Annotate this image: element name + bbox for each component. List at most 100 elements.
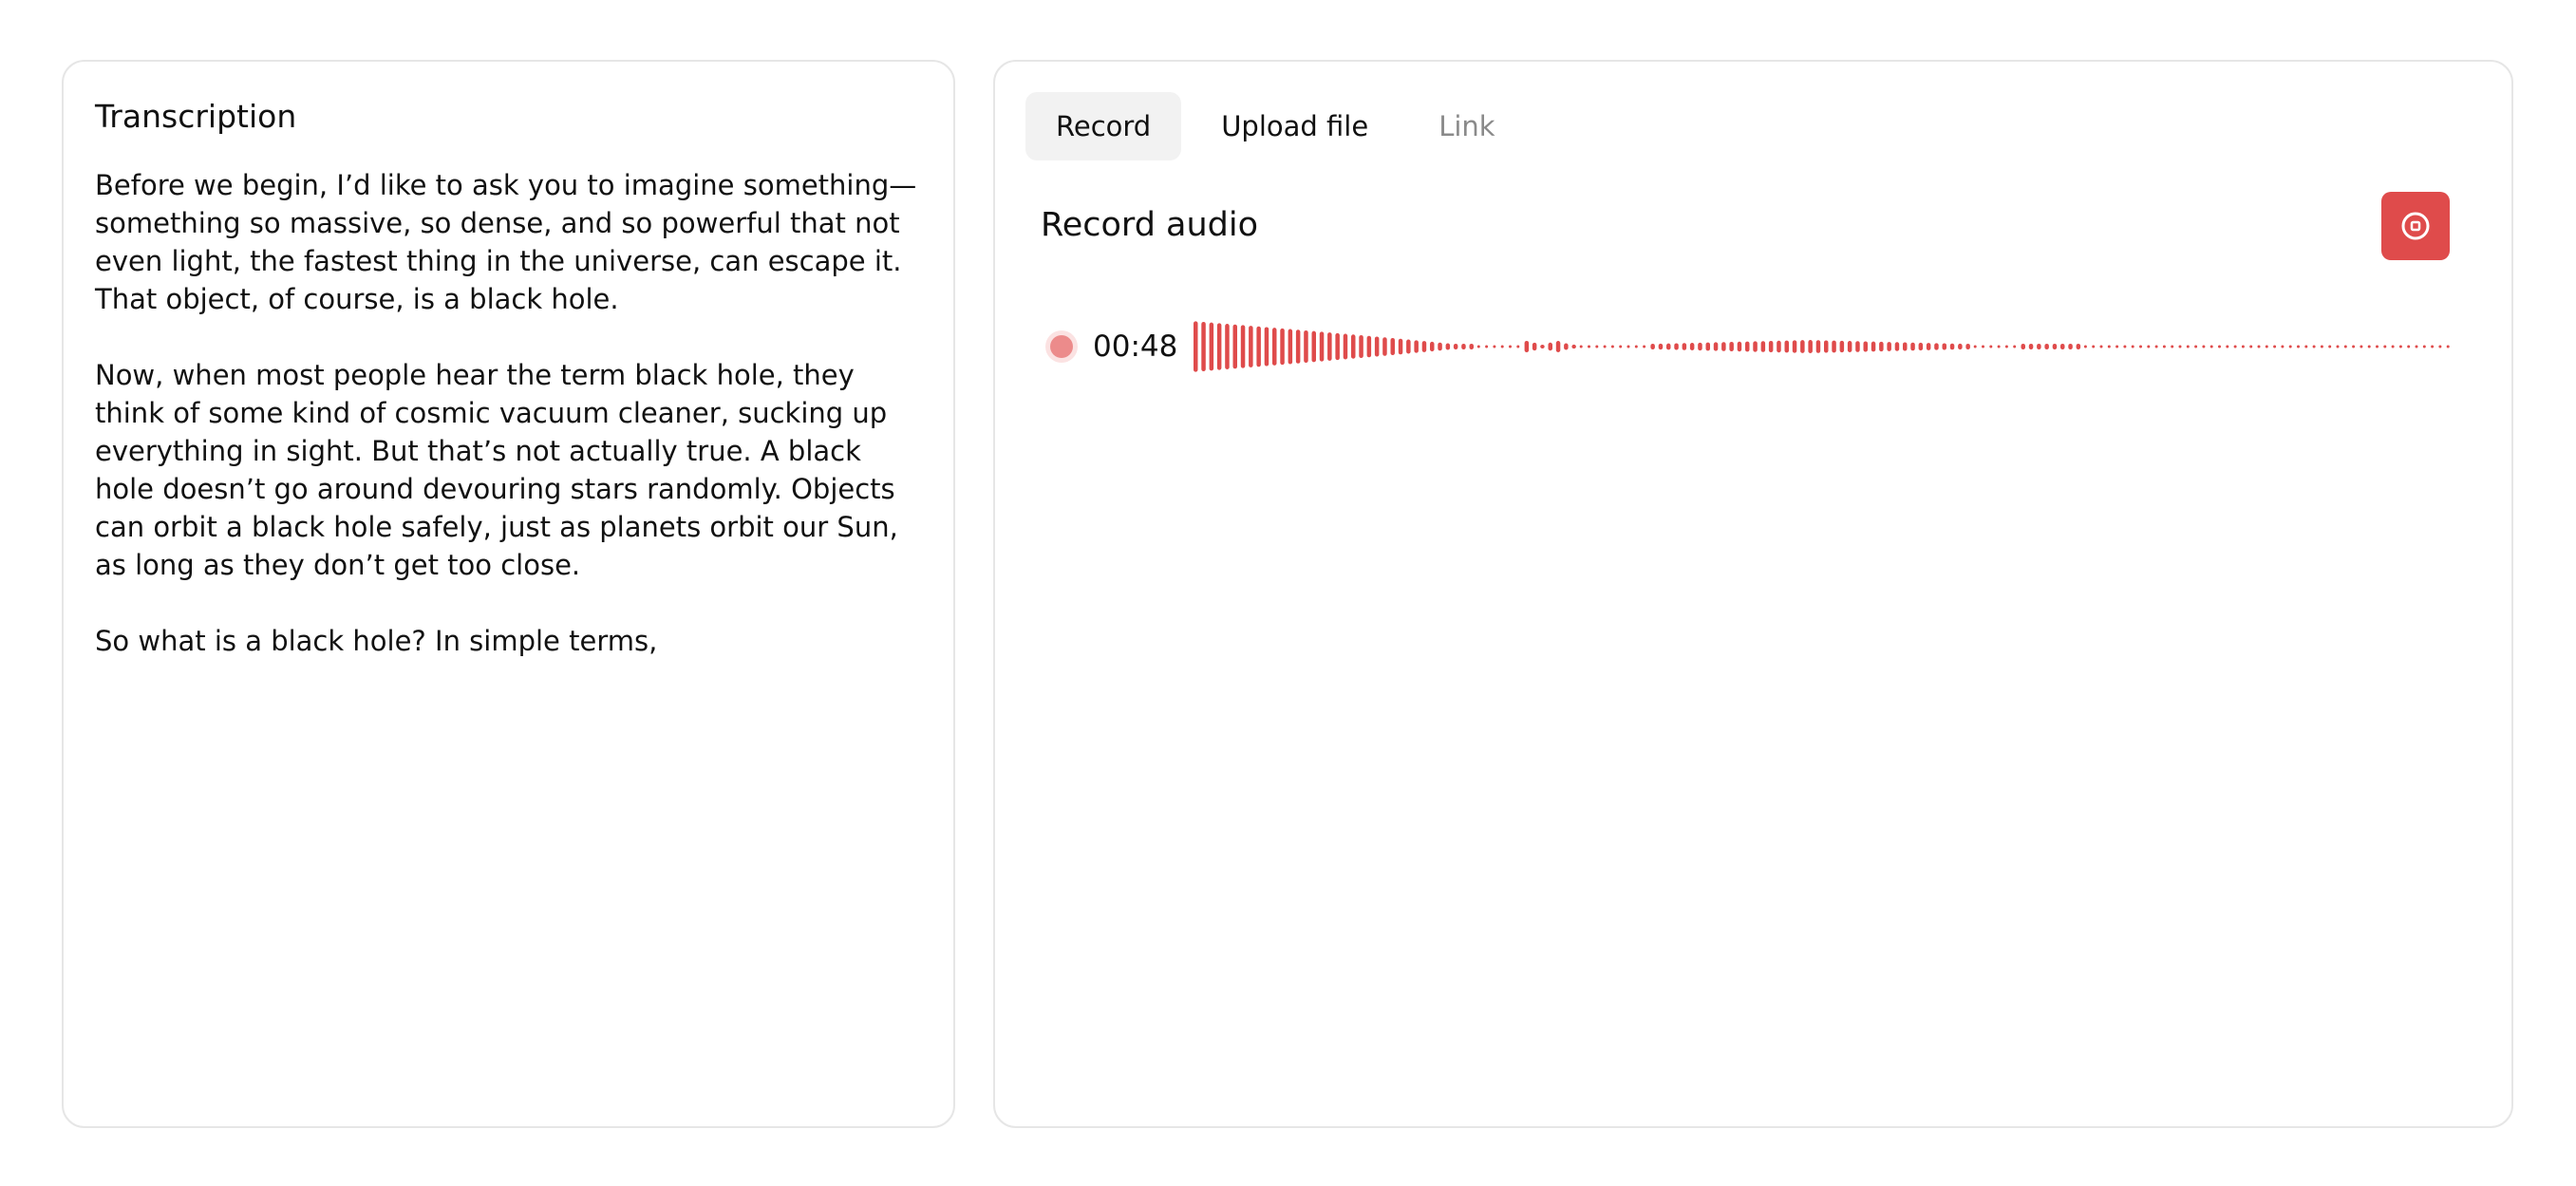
waveform-bar <box>1737 341 1742 352</box>
waveform-bar <box>2194 345 2198 348</box>
waveform-bar <box>2115 345 2119 348</box>
waveform-bar <box>2281 345 2285 348</box>
waveform-bar <box>1588 345 1590 348</box>
waveform-bar <box>1461 344 1466 349</box>
transcript-paragraph: So what is a black hole? In simple terms… <box>95 625 658 657</box>
waveform-bar <box>1643 345 1646 348</box>
waveform-bar <box>1634 345 1638 348</box>
waveform-bar <box>2044 344 2049 349</box>
waveform-bar <box>1500 345 1504 348</box>
waveform-bar <box>2226 345 2229 348</box>
waveform-bar <box>1705 342 1710 351</box>
waveform-bar <box>1327 332 1332 361</box>
waveform-bar <box>1982 345 1984 348</box>
waveform-bar <box>1768 340 1774 353</box>
waveform-bar <box>2131 345 2134 348</box>
waveform-bar <box>1792 340 1797 353</box>
stop-recording-button[interactable] <box>2381 192 2450 260</box>
transcription-panel: Transcription Before we begin, I’d like … <box>62 60 955 1128</box>
waveform-bar <box>1366 335 1372 358</box>
waveform-bar <box>2178 345 2182 348</box>
waveform-bar <box>2021 344 2025 349</box>
waveform-bar <box>2107 345 2111 348</box>
waveform-bar <box>2068 344 2073 349</box>
waveform-bar <box>1800 340 1805 353</box>
waveform-bar <box>1942 343 1946 350</box>
waveform-bar <box>1965 344 1970 349</box>
waveform-bar <box>1430 341 1435 352</box>
waveform-bar <box>1311 330 1316 363</box>
waveform-bar <box>2343 345 2347 348</box>
waveform-bar <box>1745 341 1750 352</box>
waveform-bar <box>2139 345 2142 348</box>
waveform-bar <box>1469 344 1474 349</box>
waveform-bar <box>1650 344 1655 349</box>
waveform-bar <box>1335 332 1340 361</box>
waveform-bar <box>2352 345 2356 348</box>
waveform-bar <box>1216 323 1222 370</box>
waveform-bar <box>1863 341 1868 352</box>
waveform-bar <box>1571 344 1576 349</box>
waveform-bar <box>1319 331 1325 362</box>
waveform-bar <box>1958 343 1963 350</box>
waveform-bar <box>1493 345 1496 348</box>
tab-upload-file[interactable]: Upload file <box>1191 92 1399 160</box>
waveform-bar <box>1414 340 1419 353</box>
waveform-bar <box>1894 342 1900 351</box>
waveform-bar <box>2171 345 2174 348</box>
waveform-bar <box>2154 345 2158 348</box>
waveform-bar <box>1934 343 1939 350</box>
waveform-bar <box>2162 345 2166 348</box>
waveform-bar <box>2415 345 2418 348</box>
waveform-bar <box>1713 342 1719 351</box>
waveform-bar <box>2288 345 2292 348</box>
waveform-bar <box>2147 345 2151 348</box>
waveform-bar <box>2099 345 2103 348</box>
waveform-bar <box>1438 342 1442 351</box>
recording-dot-icon <box>1045 330 1078 363</box>
waveform-bar <box>1304 329 1308 364</box>
tab-record[interactable]: Record <box>1025 92 1182 160</box>
waveform-bar <box>1815 340 1821 353</box>
waveform-bar <box>1390 338 1395 355</box>
waveform-bar <box>1343 333 1348 360</box>
waveform-bar <box>1989 345 1993 348</box>
waveform-bar <box>1351 334 1356 359</box>
waveform-bar <box>1698 342 1702 351</box>
transcription-text: Before we begin, I’d like to ask you to … <box>95 166 922 660</box>
waveform-bar <box>1973 345 1977 348</box>
waveform-bar <box>2376 345 2379 348</box>
waveform-bar <box>2209 345 2213 348</box>
waveform-bar <box>1777 340 1781 353</box>
waveform-bar <box>1540 344 1545 349</box>
waveform-bar <box>1784 340 1789 353</box>
waveform-bar <box>2233 345 2237 348</box>
waveform-bar <box>2273 345 2277 348</box>
waveform-bar <box>1240 325 1246 368</box>
waveform-bar <box>2241 345 2245 348</box>
waveform-bar <box>1887 342 1891 351</box>
waveform-bar <box>1855 341 1860 352</box>
recording-timer: 00:48 <box>1093 329 1178 364</box>
waveform-bar <box>1295 329 1301 364</box>
waveform-bar <box>1658 343 1664 350</box>
waveform-bar <box>1847 341 1852 352</box>
waveform-bar <box>2422 345 2426 348</box>
waveform-bar <box>1903 342 1908 351</box>
waveform-bar <box>1910 342 1915 351</box>
waveform-bar <box>1359 335 1363 358</box>
recorder-panel: Record Upload file Link Record audio 00:… <box>993 60 2513 1128</box>
waveform-bar <box>2186 345 2190 348</box>
waveform-bar <box>1516 345 1520 348</box>
waveform-bar <box>2004 345 2008 348</box>
waveform-bar <box>1824 340 1829 353</box>
waveform-bar <box>2391 345 2395 348</box>
waveform-bar <box>1721 342 1726 351</box>
waveform-bar <box>1595 345 1599 348</box>
waveform-bar <box>1524 341 1530 352</box>
waveform-bar <box>1689 343 1695 350</box>
waveform-bar <box>1209 322 1214 371</box>
tab-link[interactable]: Link <box>1408 92 1525 160</box>
record-audio-title: Record audio <box>1041 206 1259 244</box>
waveform-bar <box>1398 338 1403 355</box>
